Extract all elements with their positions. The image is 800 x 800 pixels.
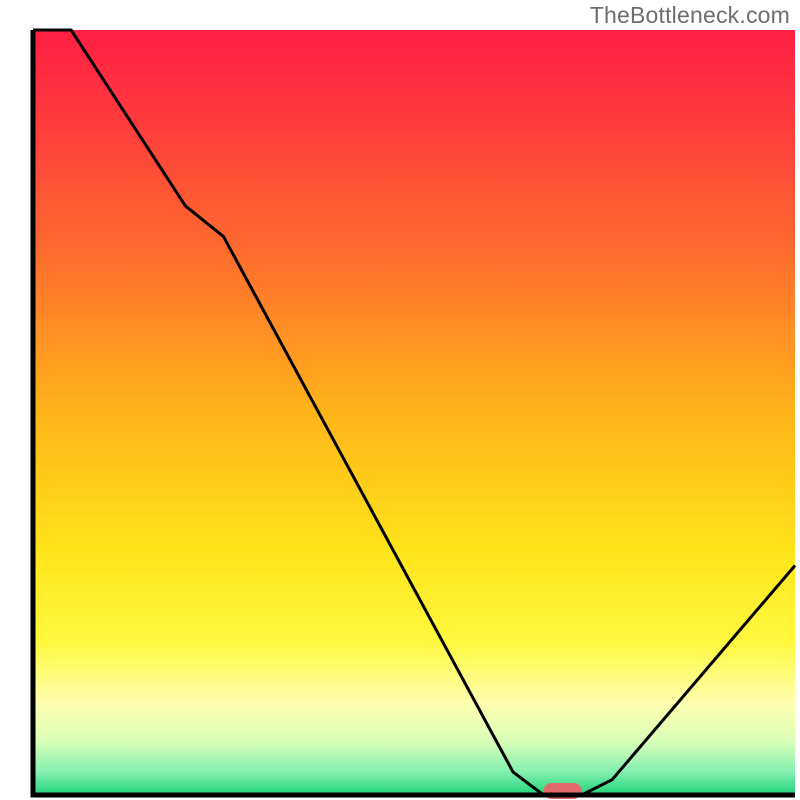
chart-container: TheBottleneck.com <box>0 0 800 800</box>
bottleneck-chart <box>0 0 800 800</box>
